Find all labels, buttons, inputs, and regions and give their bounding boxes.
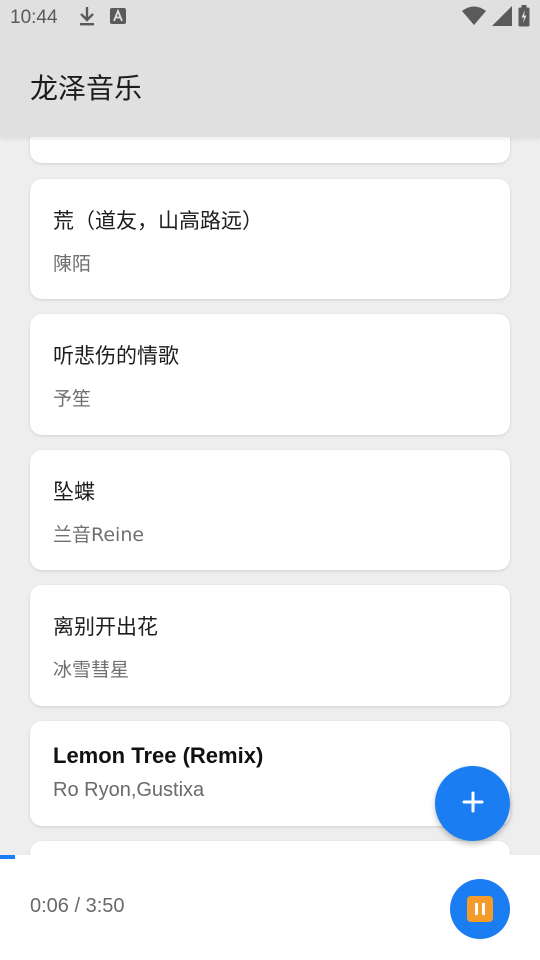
status-notifications [78,5,126,31]
song-artist: 予笙 [53,388,92,410]
song-artist: 冰雪彗星 [53,659,130,681]
song-card[interactable] [30,137,510,163]
status-bar: 10:44 [0,0,540,36]
song-artist: 兰音Reine [53,524,145,546]
text-a-icon [109,8,126,28]
song-card[interactable]: 坠蝶 兰音Reine [30,450,510,570]
playback-progress[interactable] [0,855,540,859]
playback-progress-fill [0,855,15,859]
battery-icon [518,5,530,31]
song-title: 离别开出花 [53,615,158,639]
status-time: 10:44 [10,7,58,28]
song-title: Lemon Tree (Remix) [53,743,264,768]
app-title: 龙泽音乐 [30,71,143,105]
pause-button[interactable] [450,879,510,939]
song-artist: 陳陌 [53,253,92,275]
signal-icon [492,6,512,30]
pause-icon [467,896,493,922]
download-icon [78,5,96,31]
song-card[interactable]: 听悲伤的情歌 予笙 [30,314,510,435]
song-list[interactable]: 荒（道友，山高路远） 陳陌 听悲伤的情歌 予笙 坠蝶 兰音Reine 离别开出花… [0,137,540,855]
song-title: 坠蝶 [53,480,95,504]
wifi-icon [462,6,486,30]
player-bar: 0:06 / 3:50 [0,855,540,960]
add-button[interactable] [435,766,510,841]
status-system-icons [462,5,530,31]
plus-icon [462,791,484,817]
song-card[interactable] [30,841,510,855]
song-card[interactable]: 荒（道友，山高路远） 陳陌 [30,179,510,299]
app-bar: 龙泽音乐 [0,36,540,137]
playback-time: 0:06 / 3:50 [30,895,125,917]
song-artist: Ro Ryon,Gustixa [53,779,205,801]
song-card[interactable]: 离别开出花 冰雪彗星 [30,585,510,706]
song-title: 听悲伤的情歌 [53,344,179,368]
song-title: 荒（道友，山高路远） [53,209,263,233]
